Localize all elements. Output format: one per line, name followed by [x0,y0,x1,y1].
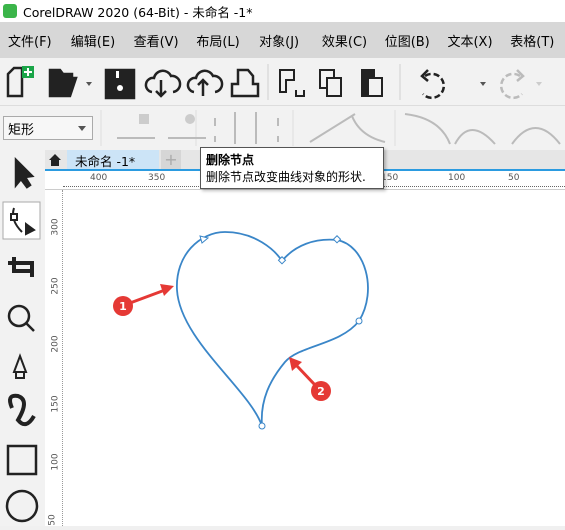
chevron-down-icon [78,126,86,135]
paste-icon[interactable] [361,69,383,97]
delete-node-icon[interactable] [168,114,206,139]
annotation-arrow-1: 1 [113,284,174,316]
save-icon[interactable] [104,68,136,100]
ruler-label: 200 [50,335,61,353]
add-node-icon[interactable] [117,114,155,139]
smooth-node-icon[interactable] [454,129,496,145]
ruler-label: 100 [50,453,61,471]
rectangle-tool-icon[interactable] [6,444,38,476]
print-icon[interactable] [230,68,260,98]
ruler-label: 100 [448,173,466,183]
menu-bitmaps[interactable]: 位图(B) [385,31,440,50]
coreldraw-logo-icon [3,4,17,18]
curve-node[interactable] [258,422,266,430]
menu-layout[interactable]: 布局(L) [196,31,251,50]
copy-from-icon[interactable] [279,69,305,97]
menu-view[interactable]: 查看(V) [134,31,189,50]
ruler-label: 150 [50,395,61,413]
redo-icon[interactable] [499,58,542,100]
shape-type-select[interactable]: 矩形 [3,116,93,140]
tooltip: 删除节点 删除节点改变曲线对象的形状. [200,147,384,189]
start-node-arrow-icon[interactable] [199,235,210,244]
undo-icon[interactable] [420,69,486,100]
to-curve-icon[interactable] [351,115,386,143]
standard-toolbar [0,58,565,106]
menu-bar: 文件(F) 编辑(E) 查看(V) 布局(L) 对象(J) 效果(C) 位图(B… [0,22,565,58]
pen-tool-icon[interactable] [12,353,28,379]
tooltip-title: 删除节点 [206,153,255,167]
shape-type-value: 矩形 [8,123,35,138]
cloud-upload-icon[interactable] [186,69,224,96]
menu-table[interactable]: 表格(T) [510,31,565,50]
copy-icon[interactable] [319,69,342,97]
cloud-download-icon[interactable] [144,69,182,98]
crop-tool-icon[interactable] [8,257,34,277]
toolbox [0,150,45,526]
svg-text:2: 2 [317,385,325,398]
ruler-label: 400 [90,173,108,183]
ellipse-tool-icon[interactable] [5,489,39,523]
menu-effects[interactable]: 效果(C) [322,31,377,50]
title-bar: CorelDRAW 2020 (64-Bit) - 未命名 -1* [0,0,565,22]
cusp-node-icon[interactable] [404,113,451,145]
new-document-icon[interactable] [6,66,34,98]
symmetrical-node-icon[interactable] [511,127,561,145]
home-icon[interactable] [45,150,65,169]
svg-text:1: 1 [119,300,127,313]
open-folder-icon[interactable] [48,68,92,98]
freehand-tool-icon[interactable] [8,393,36,427]
zoom-tool-icon[interactable] [7,304,35,332]
break-curve-icon[interactable] [255,112,279,144]
ruler-label: 300 [50,218,61,236]
ruler-label: 350 [148,173,166,183]
to-line-icon[interactable] [309,113,356,143]
ruler-label: 50 [508,173,520,183]
tooltip-description: 删除节点改变曲线对象的形状. [206,170,366,184]
vertical-ruler[interactable]: 300 250 200 150 100 50 [45,190,63,526]
ruler-label: 50 [47,514,58,526]
menu-edit[interactable]: 编辑(E) [71,31,126,50]
tab-untitled-1[interactable]: 未命名 -1* [67,150,159,169]
curve-node[interactable] [355,317,363,325]
curve-node[interactable] [332,235,342,244]
menu-text[interactable]: 文本(X) [447,31,502,50]
drawing-canvas[interactable]: 1 2 [63,190,565,526]
menu-object[interactable]: 对象(J) [259,31,314,50]
join-nodes-icon[interactable] [214,112,236,144]
new-tab-button[interactable]: + [161,150,181,169]
pick-tool-icon[interactable] [14,156,35,189]
annotation-arrow-2: 2 [289,357,331,401]
heart-curve[interactable] [176,231,369,427]
ruler-label: 250 [50,277,61,295]
window-title: CorelDRAW 2020 (64-Bit) - 未命名 -1* [23,4,253,20]
menu-file[interactable]: 文件(F) [8,31,63,50]
